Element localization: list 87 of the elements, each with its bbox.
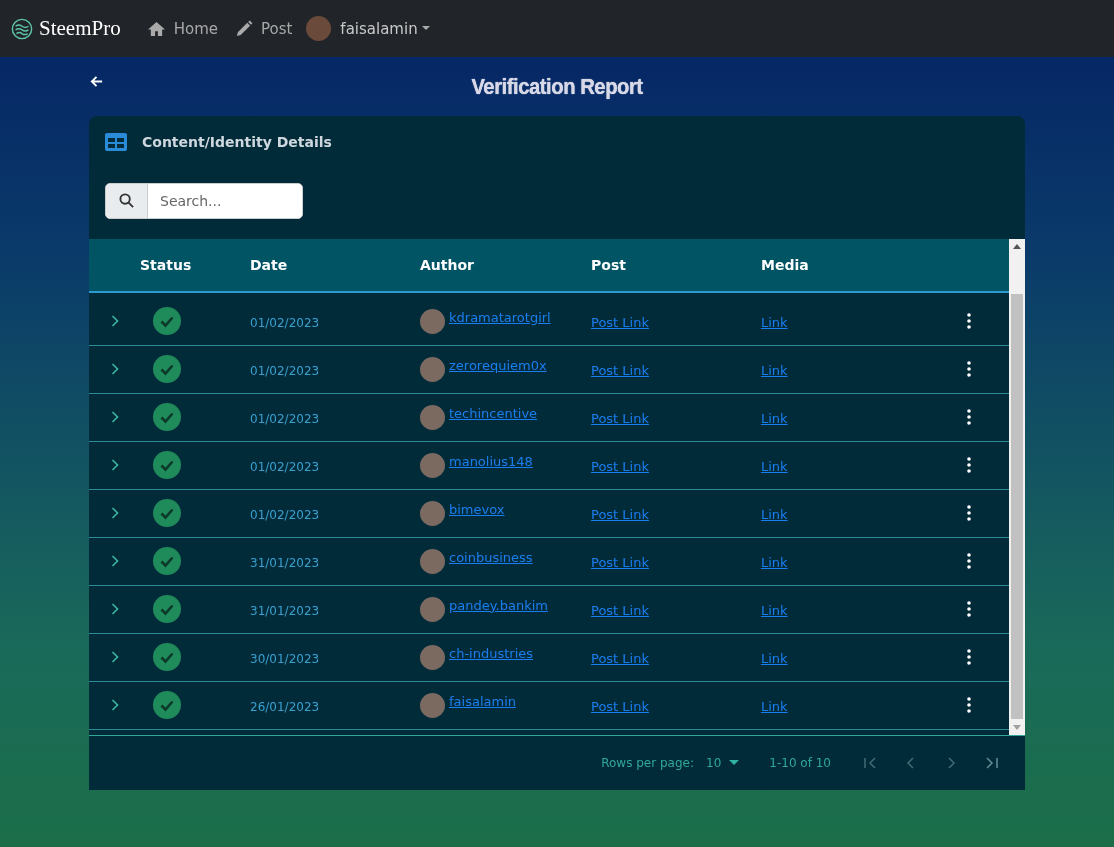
more-options-icon[interactable]: [967, 505, 971, 522]
brand-name[interactable]: SteemPro: [39, 16, 121, 41]
avatar-icon: [420, 404, 445, 430]
date-text: 30/01/2023: [250, 651, 320, 666]
post-link[interactable]: Post Link: [591, 458, 649, 474]
table-icon: [105, 133, 127, 151]
chevron-right-icon[interactable]: [110, 459, 119, 472]
search-icon: [119, 193, 134, 209]
page-title: Verification Report: [471, 73, 643, 100]
scrollbar[interactable]: [1009, 238, 1025, 736]
date-text: 26/01/2023: [250, 699, 320, 714]
column-header[interactable]: Date: [250, 256, 420, 273]
avatar-icon: [420, 692, 445, 718]
avatar-icon: [420, 644, 445, 670]
chevron-right-icon[interactable]: [110, 411, 119, 424]
media-link[interactable]: Link: [761, 554, 788, 570]
media-link[interactable]: Link: [761, 506, 788, 522]
media-link[interactable]: Link: [761, 602, 788, 618]
more-options-icon[interactable]: [967, 361, 971, 378]
avatar-icon: [420, 596, 445, 622]
chevron-right-icon[interactable]: [110, 315, 119, 328]
date-text: 01/02/2023: [250, 411, 320, 426]
avatar-icon: [420, 452, 445, 478]
column-header[interactable]: Author: [420, 256, 591, 273]
date-text: 01/02/2023: [250, 459, 320, 474]
author-link[interactable]: zerorequiem0x: [449, 357, 547, 373]
author-link[interactable]: ch-industries: [449, 645, 534, 661]
post-link[interactable]: Post Link: [591, 410, 649, 426]
avatar-icon: [420, 308, 445, 334]
more-options-icon[interactable]: [967, 601, 971, 618]
date-text: 01/02/2023: [250, 507, 320, 522]
more-options-icon[interactable]: [967, 649, 971, 666]
caret-icon: [421, 26, 430, 31]
author-link[interactable]: bimevox: [449, 501, 505, 517]
chevron-right-icon[interactable]: [110, 363, 119, 376]
rows-per-page-label: Rows per page:: [601, 756, 694, 771]
rows-per-page-select[interactable]: 10: [706, 756, 740, 771]
column-header[interactable]: Status: [140, 256, 250, 273]
post-link[interactable]: Post Link: [591, 362, 649, 378]
back-arrow-icon[interactable]: [89, 74, 104, 89]
media-link[interactable]: Link: [761, 314, 788, 330]
media-link[interactable]: Link: [761, 650, 788, 666]
date-text: 31/01/2023: [250, 555, 320, 570]
author-link[interactable]: coinbusiness: [449, 549, 533, 565]
post-link[interactable]: Post Link: [591, 698, 649, 714]
more-options-icon[interactable]: [967, 553, 971, 570]
date-text: 01/02/2023: [250, 315, 320, 330]
user-menu[interactable]: faisalamin: [306, 16, 430, 41]
avatar-icon: [420, 500, 445, 526]
post-link[interactable]: Post Link: [591, 602, 649, 618]
avatar-icon: [420, 548, 445, 574]
page-range: 1-10 of 10: [769, 756, 831, 771]
nav-link[interactable]: Home: [146, 19, 218, 38]
author-link[interactable]: manolius148: [449, 453, 533, 469]
chevron-right-icon[interactable]: [110, 507, 119, 520]
nav-link[interactable]: Post: [233, 19, 293, 38]
media-link[interactable]: Link: [761, 698, 788, 714]
avatar-icon: [420, 356, 445, 382]
author-link[interactable]: techincentive: [449, 405, 538, 421]
date-text: 01/02/2023: [250, 363, 320, 378]
author-link[interactable]: faisalamin: [449, 693, 516, 709]
post-link[interactable]: Post Link: [591, 314, 649, 330]
card-title: Content/Identity Details: [142, 134, 332, 150]
waves-logo-icon: [11, 17, 33, 40]
more-options-icon[interactable]: [967, 409, 971, 426]
chevron-right-icon[interactable]: [110, 555, 119, 568]
more-options-icon[interactable]: [967, 457, 971, 474]
post-link[interactable]: Post Link: [591, 554, 649, 570]
column-header[interactable]: Post: [591, 256, 761, 273]
more-options-icon[interactable]: [967, 313, 971, 330]
column-header[interactable]: Media: [761, 256, 931, 273]
media-link[interactable]: Link: [761, 458, 788, 474]
post-link[interactable]: Post Link: [591, 506, 649, 522]
avatar-icon: [306, 16, 332, 41]
author-link[interactable]: pandey.bankim: [449, 597, 548, 613]
media-link[interactable]: Link: [761, 410, 788, 426]
search-field[interactable]: Search...: [105, 183, 303, 219]
house-icon: [146, 20, 166, 37]
post-link[interactable]: Post Link: [591, 650, 649, 666]
chevron-right-icon[interactable]: [110, 699, 119, 712]
chevron-right-icon[interactable]: [110, 603, 119, 616]
chevron-right-icon[interactable]: [110, 651, 119, 664]
media-link[interactable]: Link: [761, 362, 788, 378]
more-options-icon[interactable]: [967, 697, 971, 714]
caret-icon: [729, 760, 740, 767]
author-link[interactable]: kdramatarotgirl: [449, 309, 551, 325]
date-text: 31/01/2023: [250, 603, 320, 618]
